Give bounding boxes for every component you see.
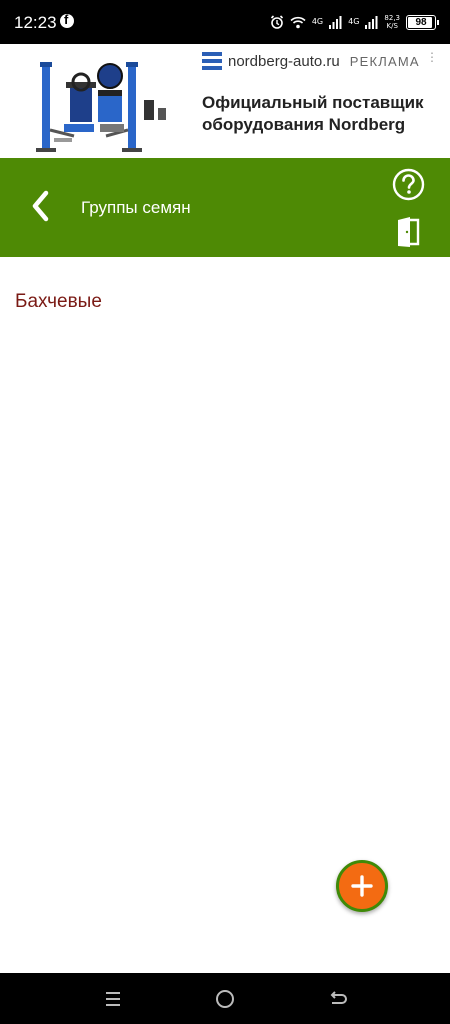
back-arrow-icon xyxy=(330,991,347,1004)
alarm-icon xyxy=(270,15,284,29)
network-speed: 82,3 K/S xyxy=(384,14,400,30)
status-icons: 4G 4G 82,3 K/S 98 xyxy=(270,12,439,32)
menu-icon xyxy=(106,992,120,1006)
ad-image[interactable] xyxy=(14,52,194,156)
home-button[interactable] xyxy=(213,987,237,1011)
home-circle-icon xyxy=(216,990,234,1008)
nordberg-logo-icon xyxy=(202,52,222,70)
battery-level: 98 xyxy=(415,16,427,28)
battery-icon: 98 xyxy=(406,14,439,30)
back-button[interactable] xyxy=(26,188,58,224)
list-item[interactable]: Бахчевые xyxy=(0,285,450,319)
page-title: Группы семян xyxy=(81,198,191,217)
network-label-2: 4G xyxy=(348,17,360,26)
navigation-bar xyxy=(0,973,450,1024)
app-bar: Группы семян xyxy=(0,158,450,257)
status-time: 12:23 xyxy=(14,13,57,32)
ad-domain-row[interactable]: nordberg-auto.ru РЕКЛАМА xyxy=(202,52,420,70)
recent-apps-button[interactable] xyxy=(101,987,125,1011)
ad-label: РЕКЛАМА xyxy=(349,53,420,69)
ad-more-icon[interactable]: ⋮ xyxy=(426,50,438,64)
ad-headline[interactable]: Официальный поставщик оборудования Nordb… xyxy=(202,92,442,136)
signal-icon xyxy=(365,15,378,29)
speed-unit: K/S xyxy=(386,22,398,30)
seed-groups-list: Бахчевые xyxy=(0,257,450,973)
network-label-1: 4G xyxy=(311,17,324,26)
ad-banner[interactable]: nordberg-auto.ru РЕКЛАМА ⋮ Официальный п… xyxy=(0,44,450,158)
ad-domain[interactable]: nordberg-auto.ru xyxy=(228,53,340,70)
door-exit-icon xyxy=(398,217,420,247)
status-bar: 12:23 f 4G 4G 82,3 K/S 98 xyxy=(0,0,450,44)
facebook-icon: f xyxy=(60,12,74,28)
exit-button[interactable] xyxy=(396,216,422,248)
chevron-left-icon xyxy=(32,190,49,222)
add-group-button[interactable] xyxy=(336,860,388,912)
signal-icon xyxy=(329,15,342,29)
help-icon xyxy=(392,168,425,201)
plus-icon xyxy=(351,875,373,897)
back-nav-button[interactable] xyxy=(326,987,350,1011)
help-button[interactable] xyxy=(392,168,425,201)
wifi-icon xyxy=(290,16,306,29)
speed-value: 82,3 xyxy=(384,14,400,22)
